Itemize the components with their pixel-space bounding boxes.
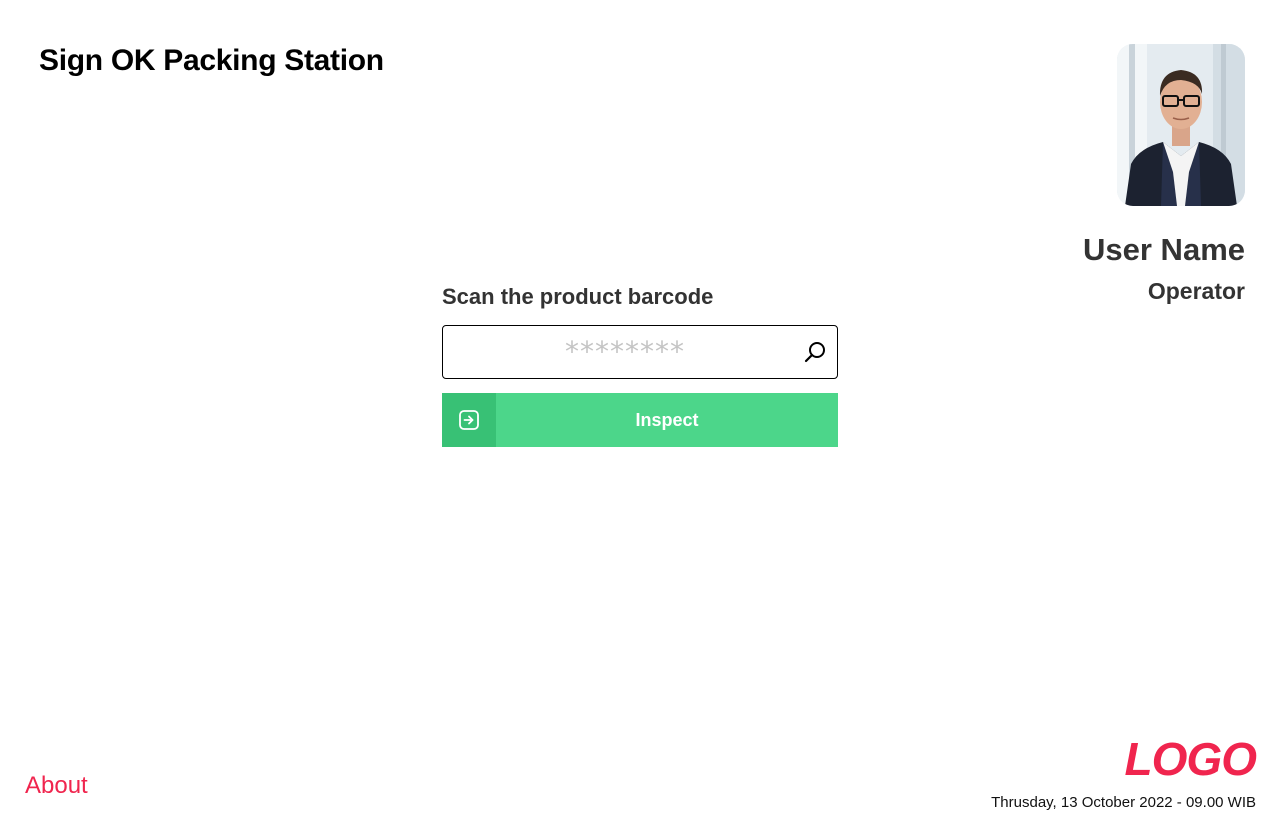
page-title: Sign OK Packing Station xyxy=(39,44,384,77)
inspect-icon-cell xyxy=(442,393,496,447)
user-name: User Name xyxy=(1083,232,1245,267)
avatar xyxy=(1117,44,1245,206)
about-link[interactable]: About xyxy=(25,772,88,800)
inspect-button[interactable]: Inspect xyxy=(442,393,838,447)
inspect-label: Inspect xyxy=(635,409,699,430)
datetime: Thrusday, 13 October 2022 - 09.00 WIB xyxy=(991,794,1256,811)
scan-panel: Scan the product barcode Inspect xyxy=(442,282,838,447)
scan-label: Scan the product barcode xyxy=(442,284,714,309)
barcode-input[interactable] xyxy=(455,326,795,377)
logo: LOGO xyxy=(1124,733,1257,785)
user-role: Operator xyxy=(1147,278,1245,304)
user-photo xyxy=(1117,44,1245,206)
search-icon[interactable] xyxy=(803,340,827,364)
packing-station-page: Sign OK Packing Station User Name Operat… xyxy=(0,0,1280,832)
enter-arrow-icon xyxy=(459,410,479,430)
barcode-field[interactable] xyxy=(442,325,838,379)
